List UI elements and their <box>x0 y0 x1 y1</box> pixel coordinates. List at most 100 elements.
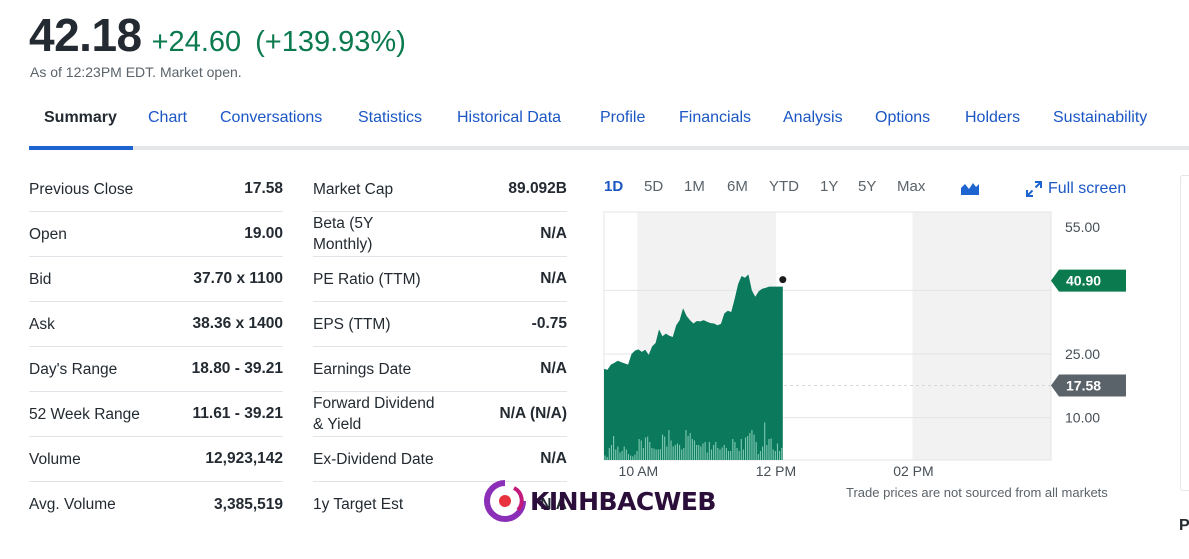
tab-historical-data[interactable]: Historical Data <box>457 109 561 127</box>
stat-label: Open <box>29 225 67 243</box>
volume-bar <box>691 439 693 460</box>
stat-row: Volume 12,923,142 <box>29 437 283 482</box>
stat-row: Avg. Volume 3,385,519 <box>29 482 283 527</box>
side-panel <box>1180 175 1189 491</box>
stat-value: N/A <box>540 450 567 467</box>
stat-label: Avg. Volume <box>29 496 116 513</box>
stat-label: EPS (TTM) <box>313 315 391 333</box>
stat-value: N/A <box>540 360 567 377</box>
tab-options[interactable]: Options <box>875 109 930 127</box>
tab-conversations[interactable]: Conversations <box>220 109 322 127</box>
volume-bar <box>642 448 644 460</box>
tab-analysis[interactable]: Analysis <box>783 109 843 127</box>
summary-table-right: Market Cap 89.092B Beta (5Y Monthly) N/A P… <box>313 167 567 527</box>
range-5y[interactable]: 5Y <box>858 178 876 195</box>
volume-bar <box>776 443 779 460</box>
tab-holders[interactable]: Holders <box>965 109 1020 127</box>
volume-bar <box>638 439 640 460</box>
stat-label: PE Ratio (TTM) <box>313 270 421 288</box>
volume-bar <box>608 448 610 460</box>
range-6m[interactable]: 6M <box>727 178 748 195</box>
stat-row: PE Ratio (TTM) N/A <box>313 257 567 302</box>
y-tick-label: 55.00 <box>1065 219 1100 235</box>
tab-chart[interactable]: Chart <box>148 109 187 127</box>
volume-bar <box>768 439 770 460</box>
volume-bar <box>653 448 655 460</box>
current-price-dot <box>779 276 787 284</box>
stat-row: Open 19.00 <box>29 212 283 257</box>
stat-value: 38.36 x 1400 <box>192 315 283 332</box>
volume-bar <box>649 442 651 460</box>
volume-bar <box>674 445 676 460</box>
range-5d[interactable]: 5D <box>644 178 663 195</box>
summary-table-left: Previous Close 17.58 Open 19.00 Bid 37.70 x… <box>29 167 283 527</box>
stat-value: 18.80 - 39.21 <box>191 360 283 377</box>
previous-close-tag: 17.58 <box>1066 377 1101 393</box>
volume-bar <box>625 449 627 460</box>
volume-bar <box>621 451 623 460</box>
stat-label: Bid <box>29 270 52 288</box>
volume-bar <box>619 452 621 460</box>
volume-bar <box>659 449 661 460</box>
range-1m[interactable]: 1M <box>684 178 705 195</box>
stat-value: 19.00 <box>244 225 283 242</box>
range-1d[interactable]: 1D <box>604 178 623 195</box>
stat-value: 12,923,142 <box>205 450 283 467</box>
volume-bar <box>719 449 721 460</box>
price-chart[interactable]: 55.00 25.00 10.00 40.90 17.58 10 AM 12 PM 02 PM <box>590 200 1150 500</box>
tab-sustainability[interactable]: Sustainability <box>1053 109 1147 127</box>
stat-value: N/A <box>540 270 567 287</box>
volume-bar <box>715 442 717 460</box>
watermark-text: KINHBACWEB <box>530 486 716 516</box>
volume-bar <box>632 456 634 460</box>
volume-bar <box>666 446 668 460</box>
volume-bar <box>779 451 781 460</box>
volume-bar <box>672 446 674 460</box>
current-price: 42.18 <box>29 9 142 61</box>
volume-bar <box>627 454 630 460</box>
volume-bar <box>781 448 783 460</box>
stat-row: Beta (5Y Monthly) N/A <box>313 212 567 257</box>
volume-bar <box>634 454 636 460</box>
stat-label: Forward Dividend & Yield <box>313 395 435 433</box>
volume-bar <box>647 436 649 460</box>
tab-financials[interactable]: Financials <box>679 109 751 127</box>
fullscreen-button[interactable]: Full screen <box>1026 180 1126 198</box>
range-max[interactable]: Max <box>897 178 925 195</box>
volume-bar <box>604 455 606 460</box>
tab-profile[interactable]: Profile <box>600 109 645 127</box>
stat-label: Earnings Date <box>313 360 412 378</box>
volume-bar <box>702 443 704 460</box>
volume-bar <box>681 449 683 460</box>
quote-tabs: Summary Chart Conversations Statistics H… <box>29 96 1189 150</box>
stat-row: Earnings Date N/A <box>313 347 567 392</box>
volume-bar <box>636 451 638 460</box>
active-tab-indicator <box>29 146 133 150</box>
volume-bar <box>655 449 657 460</box>
volume-bar <box>661 434 664 460</box>
stat-label: 52 Week Range <box>29 405 140 423</box>
volume-bar <box>744 437 747 460</box>
volume-bar <box>770 438 772 460</box>
volume-bar <box>683 448 685 460</box>
range-1y[interactable]: 1Y <box>820 178 838 195</box>
volume-bar <box>689 433 691 460</box>
tab-summary[interactable]: Summary <box>44 109 117 127</box>
current-price-tag: 40.90 <box>1066 273 1101 289</box>
volume-bar <box>734 442 736 460</box>
stat-label: Ex-Dividend Date <box>313 450 434 468</box>
stat-label: Day's Range <box>29 360 118 378</box>
volume-bar <box>732 439 734 460</box>
mountain-chart-icon[interactable] <box>961 181 979 195</box>
chart-disclaimer: Trade prices are not sourced from all ma… <box>846 485 1108 500</box>
volume-bar <box>708 442 710 460</box>
volume-bar <box>696 445 698 460</box>
stat-value: 11.61 - 39.21 <box>192 405 284 422</box>
stat-value: N/A <box>540 225 567 242</box>
range-ytd[interactable]: YTD <box>769 178 799 195</box>
tab-statistics[interactable]: Statistics <box>358 109 422 127</box>
price-change-percent: (+139.93%) <box>255 26 406 58</box>
stat-label: Market Cap <box>313 180 394 198</box>
stat-label: 1y Target Est <box>313 496 404 513</box>
stat-row: EPS (TTM) -0.75 <box>313 302 567 347</box>
